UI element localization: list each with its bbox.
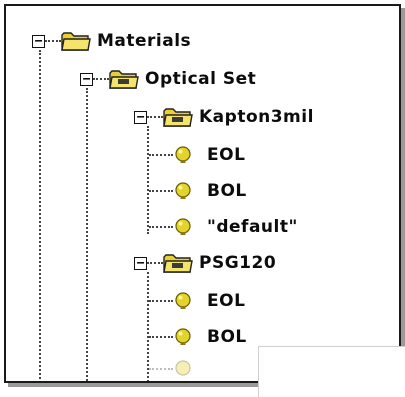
- collapse-toggle[interactable]: −: [32, 34, 45, 48]
- node-label: Materials: [97, 31, 192, 51]
- bulb-icon: [175, 218, 191, 235]
- tree-panel: − Materials − Optical Set − Kapton3mil E…: [4, 4, 401, 383]
- corner-overlay: [258, 346, 405, 397]
- bulb-icon: [175, 146, 191, 163]
- bulb-icon: [175, 328, 191, 345]
- tree-leaf-eol[interactable]: EOL: [149, 288, 245, 314]
- tree-leaf-faded: [149, 356, 207, 381]
- collapse-toggle[interactable]: −: [80, 72, 93, 86]
- tree-node-materials[interactable]: − Materials: [32, 28, 191, 54]
- collapse-toggle[interactable]: −: [134, 110, 147, 124]
- tree-leaf-bol[interactable]: BOL: [149, 324, 247, 350]
- bulb-icon: [175, 182, 191, 199]
- folder-icon: [61, 32, 91, 51]
- folder-icon: [109, 70, 139, 89]
- node-label: PSG120: [199, 253, 277, 273]
- tree-leaf-eol[interactable]: EOL: [149, 142, 245, 168]
- tree-leaf-default[interactable]: "default": [149, 214, 298, 240]
- tree-node-psg120[interactable]: − PSG120: [134, 250, 276, 276]
- bulb-icon: [175, 292, 191, 309]
- node-label: "default": [207, 217, 298, 237]
- tree-line-optical: [86, 88, 88, 381]
- bulb-icon: [175, 360, 191, 376]
- node-label: BOL: [207, 327, 247, 347]
- node-label: BOL: [207, 181, 247, 201]
- node-label: EOL: [207, 145, 246, 165]
- tree-line-root: [39, 50, 41, 381]
- tree-node-kapton3mil[interactable]: − Kapton3mil: [134, 104, 314, 130]
- tree-node-optical-set[interactable]: − Optical Set: [80, 66, 256, 92]
- node-label: Kapton3mil: [199, 107, 314, 127]
- folder-icon: [163, 254, 193, 273]
- tree-leaf-bol[interactable]: BOL: [149, 178, 247, 204]
- folder-icon: [163, 108, 193, 127]
- node-label: Optical Set: [145, 69, 257, 89]
- collapse-toggle[interactable]: −: [134, 256, 147, 270]
- node-label: EOL: [207, 291, 246, 311]
